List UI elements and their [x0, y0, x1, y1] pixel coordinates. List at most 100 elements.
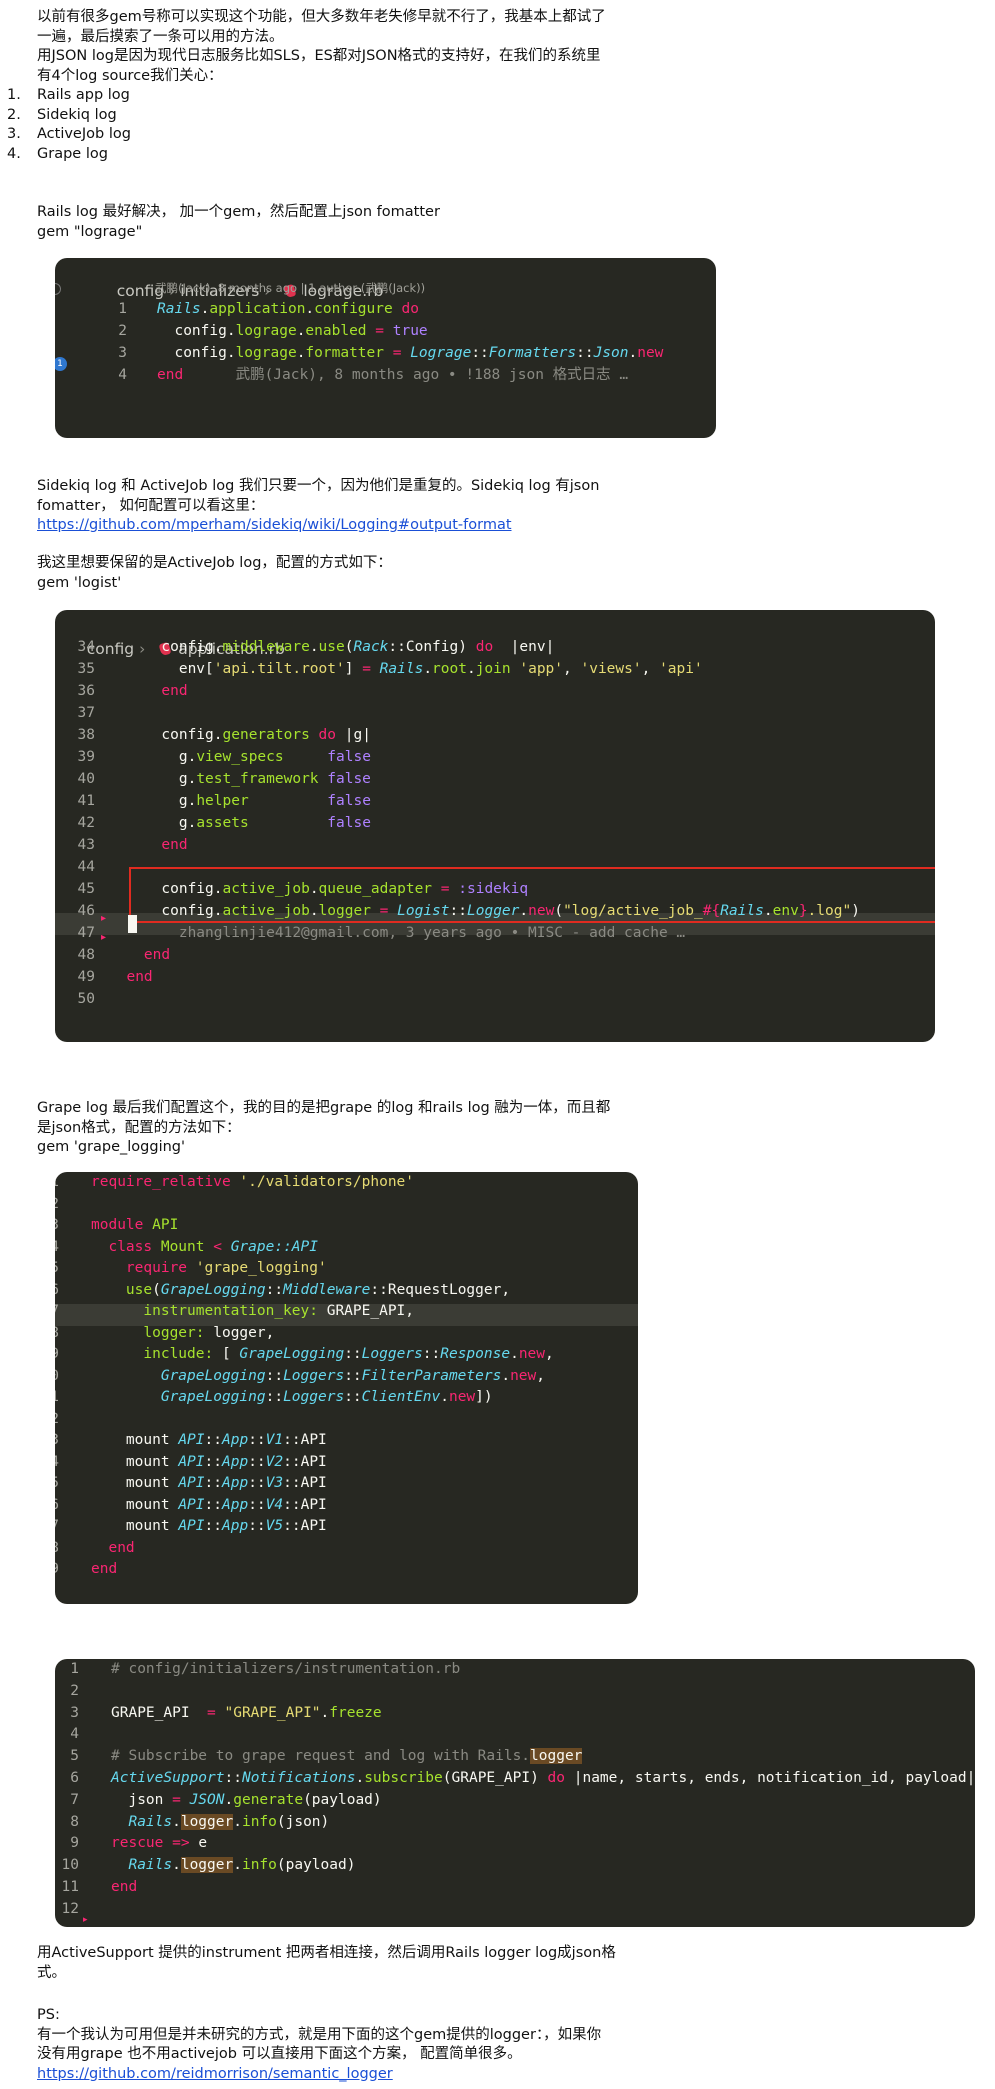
code-token: API [178, 1496, 205, 1513]
code-token: . [440, 1389, 449, 1405]
code-token: Formatters [488, 345, 577, 361]
line-number: 1 [70, 1661, 79, 1677]
code-line: 41 g.helper false [55, 790, 935, 812]
code-line: 19 end [55, 1559, 638, 1581]
line-number: 8 [70, 1813, 79, 1830]
code-token: logger, [204, 1324, 275, 1341]
code-token: FilterParameters [361, 1367, 502, 1384]
code-token: ::API [283, 1518, 327, 1534]
code-text: Rails.application.configure do [157, 298, 419, 320]
code-token: end [109, 947, 171, 963]
code-token: class [91, 1238, 161, 1255]
code-token: = [207, 1704, 216, 1721]
code-token: end [157, 367, 184, 383]
fold-marker-icon: ▸ [83, 1915, 88, 1925]
code-token: :: [204, 1496, 222, 1513]
code-token: e [189, 1835, 208, 1852]
code-token: mount [91, 1475, 179, 1491]
text-line: 有一个我认为可用但是并未研究的方式，就是用下面的这个gem提供的logger：，… [37, 2026, 602, 2043]
code-token: V2 [265, 1453, 284, 1470]
code-token: Rails [720, 903, 764, 919]
code-line: 5 require 'grape_logging' [55, 1258, 638, 1280]
code-token: test_framework [196, 771, 319, 787]
code-token: V3 [265, 1475, 284, 1491]
code-text: ActiveSupport::Notifications.subscribe(G… [111, 1768, 975, 1790]
code-token: ] [344, 661, 363, 677]
code-token: . [172, 1813, 181, 1830]
line-number: 19 [55, 1559, 59, 1581]
code-token: application [209, 301, 306, 317]
code-token: . [355, 1770, 365, 1786]
code-token: logger: [91, 1324, 205, 1341]
code-token: :: [344, 1367, 362, 1384]
code-token: . [423, 661, 433, 677]
code-token: App [221, 1518, 249, 1534]
code-token: ::API [283, 1496, 327, 1513]
code-token: configure [314, 301, 393, 317]
code-token: false [327, 815, 371, 831]
code-token: lograge [235, 345, 297, 361]
intro-line: 用JSON log是因为现代日志服务比如SLS，ES都对JSON格式的支持好，在… [37, 48, 601, 64]
line-number: 18 [55, 1538, 59, 1560]
code-screenshot-instrumentation: 1 # config/initializers/instrumentation.r… [55, 1659, 975, 1927]
code-line: 35 env['api.tilt.root'] = Rails.root.joi… [55, 658, 935, 680]
line-number: 39 [77, 749, 95, 765]
line-number: 6 [70, 1770, 79, 1786]
code-text: end [109, 680, 188, 702]
code-token: :: [248, 1496, 266, 1513]
intro-line: 一遍，最后摸索了一条可以用的方法。 [37, 28, 284, 45]
code-token: Notifications [241, 1770, 356, 1786]
code-line: 7 instrumentation_key: GRAPE_API, [55, 1301, 638, 1323]
code-token: Rails [370, 661, 424, 677]
code-text: end 武鹏(Jack), 8 months ago • !188 json 格… [157, 364, 628, 386]
line-number: 34 [77, 639, 95, 655]
code-text: zhanglinjie412@gmail.com, 3 years ago • … [109, 922, 685, 944]
code-text: config.active_job.logger = Logist::Logge… [109, 900, 860, 922]
sidekiq-paragraph: Sidekiq log 和 ActiveJob log 我们只要一个，因为他们是… [37, 477, 599, 536]
code-token: ( [152, 1281, 161, 1298]
code-token: new [528, 903, 555, 919]
code-token: Middleware [283, 1281, 371, 1298]
code-line: 16 mount API::App::V4::API [55, 1495, 638, 1517]
list-item: 2. Sidekiq log [7, 106, 131, 126]
code-token: active_job [222, 903, 310, 919]
code-token: GrapeLogging [239, 1346, 345, 1362]
code-token: = [384, 345, 411, 361]
code-token: 'api.tilt.root' [213, 661, 345, 677]
line-number: 8 [55, 1323, 59, 1345]
line-number: 1 [55, 1172, 59, 1194]
code-token: GrapeLogging [91, 1389, 266, 1405]
semantic-logger-link[interactable]: https://github.com/reidmorrison/semantic… [37, 2065, 601, 2085]
code-token: . [466, 661, 476, 677]
code-token: ]) [475, 1389, 493, 1405]
code-token: do [309, 727, 337, 743]
code-token: . [320, 1704, 330, 1721]
code-token: .log" [807, 903, 852, 919]
code-token: g. [109, 815, 197, 831]
code-line: 8 Rails.logger.info(json) [55, 1812, 975, 1834]
code-text: config.active_job.queue_adapter = :sidek… [109, 878, 528, 900]
code-token: GRAPE_API [111, 1704, 208, 1721]
code-line: 7 json = JSON.generate(payload) [55, 1790, 975, 1812]
line-number: 14 [55, 1452, 59, 1474]
code-token: :: [204, 1432, 222, 1448]
code-token: end [109, 683, 188, 699]
line-number: 9 [70, 1835, 79, 1852]
code-line: 12 [55, 1409, 638, 1431]
line-number: 2 [55, 1194, 59, 1216]
line-number: 11 [55, 1387, 59, 1409]
code-token: do [392, 301, 419, 317]
code-text: class Mount < Grape::API [91, 1237, 318, 1259]
code-token: 'views' [580, 661, 642, 677]
code-line: 45 config.active_job.queue_adapter = :si… [55, 878, 935, 900]
code-token: # Subscribe to grape request and log wit… [111, 1748, 531, 1765]
code-token: 武鹏(Jack), 8 months ago • !188 json 格式日志 … [183, 367, 629, 383]
code-token: GrapeLogging [91, 1367, 266, 1384]
code-token: require [91, 1260, 188, 1276]
code-token: ::API [283, 1475, 327, 1491]
code-token: :: [248, 1518, 266, 1534]
sidekiq-docs-link[interactable]: https://github.com/mperham/sidekiq/wiki/… [37, 516, 599, 536]
code-line: 13 mount API::App::V1::API [55, 1430, 638, 1452]
code-token: JSON [180, 1791, 225, 1808]
